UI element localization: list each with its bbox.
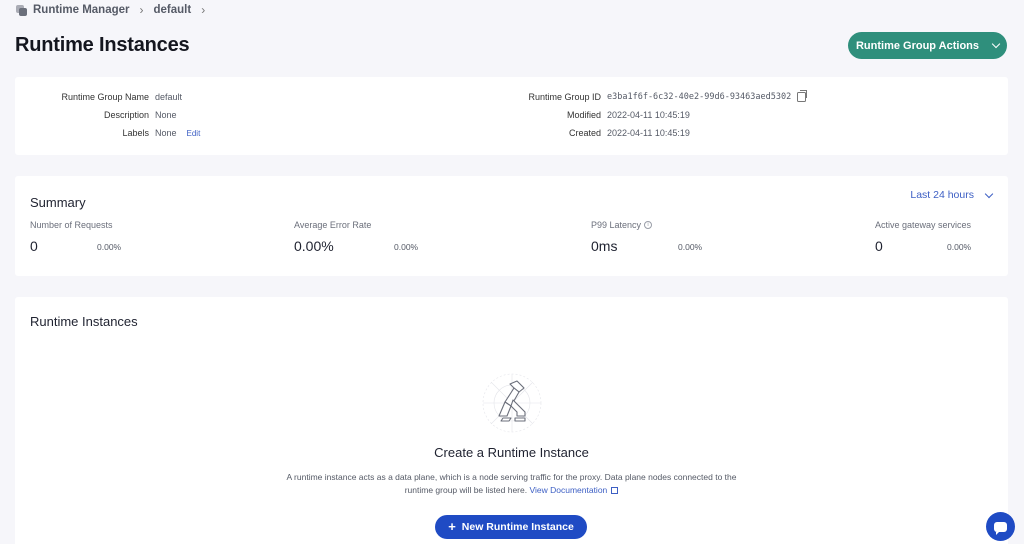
page-title: Runtime Instances	[15, 34, 190, 56]
chevron-down-icon	[991, 39, 1001, 49]
summary-title: Summary	[30, 195, 86, 210]
view-documentation-link[interactable]: View Documentation	[529, 485, 619, 495]
chevron-down-icon	[984, 189, 994, 198]
chevron-right-icon: ›	[139, 3, 144, 17]
new-runtime-instance-button[interactable]: + New Runtime Instance	[435, 515, 587, 539]
chat-support-button[interactable]	[986, 512, 1015, 541]
time-range-select[interactable]: Last 24 hours	[910, 189, 994, 201]
edit-labels-link[interactable]: Edit	[187, 129, 201, 138]
runtime-group-actions-button[interactable]: Runtime Group Actions	[848, 32, 1007, 59]
metric-requests: Number of Requests 0 0.00%	[30, 220, 122, 254]
info-row-id: Runtime Group ID e3ba1f6f-6c32-40e2-99d6…	[467, 90, 808, 104]
summary-card: Summary Last 24 hours Number of Requests…	[15, 176, 1008, 276]
chevron-right-icon: ›	[201, 3, 206, 17]
info-row-name: Runtime Group Name default	[61, 92, 183, 102]
metric-active-services: Active gateway services 0 0.00%	[875, 220, 972, 254]
breadcrumb-runtime-manager[interactable]: Runtime Manager	[33, 4, 130, 16]
metric-error-rate: Average Error Rate 0.00% 0.00%	[294, 220, 419, 254]
external-link-icon	[611, 487, 619, 494]
info-icon[interactable]: i	[644, 221, 653, 229]
empty-state-title: Create a Runtime Instance	[434, 445, 589, 460]
kong-gorilla-icon	[482, 373, 542, 433]
runtime-group-info-card: Runtime Group Name default Description N…	[15, 77, 1008, 155]
runtime-instances-card: Runtime Instances Create a Runtime Insta…	[15, 297, 1008, 544]
empty-state-description: A runtime instance acts as a data plane,…	[286, 472, 737, 495]
breadcrumb-default[interactable]: default	[154, 4, 192, 16]
runtime-manager-icon	[16, 4, 27, 16]
info-row-modified: Modified 2022-04-11 10:45:19	[566, 110, 690, 120]
chat-icon	[994, 521, 1007, 535]
plus-icon: +	[448, 519, 456, 534]
info-row-created: Created 2022-04-11 10:45:19	[568, 128, 690, 138]
runtime-instances-title: Runtime Instances	[30, 314, 138, 329]
metric-p99-latency: P99 Latency i 0ms 0.00%	[591, 220, 703, 254]
breadcrumb: Runtime Manager › default ›	[16, 3, 209, 17]
info-row-labels: Labels None Edit	[122, 128, 201, 138]
info-row-description: Description None	[103, 110, 177, 120]
copy-icon[interactable]	[797, 90, 808, 102]
